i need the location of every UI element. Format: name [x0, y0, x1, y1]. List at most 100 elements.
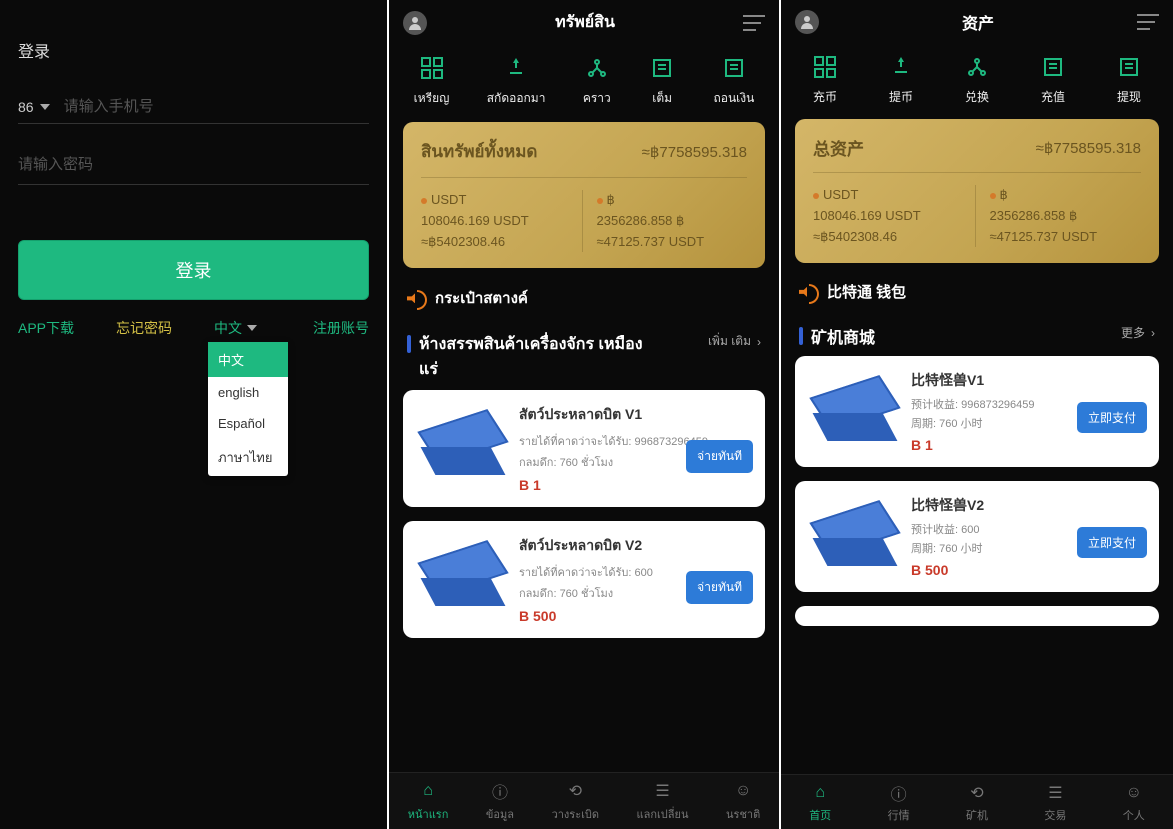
nav-trade[interactable]: ☰交易 [1044, 783, 1066, 823]
action-recharge[interactable]: 充值 [1039, 54, 1067, 105]
nav-home[interactable]: ⌂หน้าแรก [408, 781, 449, 823]
lang-option[interactable]: Español [208, 408, 288, 439]
list-icon [648, 55, 676, 81]
password-input[interactable] [18, 156, 217, 173]
share-icon: ⟲ [564, 781, 586, 801]
forgot-password-link[interactable]: 忘记密码 [116, 318, 172, 338]
language-current: 中文 [214, 318, 242, 338]
asset-col-usdt: USDT 108046.169 USDT ≈฿5402308.46 [421, 190, 583, 252]
action-row: 充币 提币 兑换 充值 提现 [781, 44, 1173, 119]
info-icon: ⓘ [888, 783, 910, 803]
nav-exchange[interactable]: ☰แลกเปลี่ยน [637, 781, 689, 823]
action-exchange[interactable]: 兑换 [963, 54, 991, 105]
page-title: 资产 [962, 10, 994, 34]
product-image [809, 370, 899, 450]
topbar: 资产 [781, 0, 1173, 44]
pay-button[interactable]: 立即支付 [1077, 402, 1147, 433]
qr-icon [418, 55, 446, 81]
announcement: กระเป๋าสตางค์ [389, 268, 779, 318]
pay-button[interactable]: จ่ายทันที [686, 440, 753, 473]
login-title: 登录 [18, 38, 369, 62]
list-icon: ☰ [652, 781, 674, 801]
list-icon: ☰ [1044, 783, 1066, 803]
asset-card: 总资产 ≈฿7758595.318 USDT 108046.169 USDT ≈… [795, 119, 1159, 263]
action-time[interactable]: คราว [583, 55, 611, 108]
country-code[interactable]: 86 [18, 99, 34, 115]
action-extract[interactable]: สกัดออกมา [487, 55, 546, 108]
nav-profile[interactable]: ☺个人 [1123, 783, 1145, 823]
more-link[interactable]: เพิ่ม เติม› [708, 332, 761, 351]
register-link[interactable]: 注册账号 [313, 318, 369, 338]
page-title: ทรัพย์สิน [555, 10, 615, 35]
action-withdraw-coin[interactable]: 提币 [887, 54, 915, 105]
phone-row: 86 [18, 90, 369, 124]
action-cashout[interactable]: 提现 [1115, 54, 1143, 105]
home-icon: ⌂ [809, 783, 831, 803]
bottom-nav: ⌂首页 ⓘ行情 ⟲矿机 ☰交易 ☺个人 [781, 774, 1173, 829]
nav-home[interactable]: ⌂首页 [809, 783, 831, 823]
user-icon[interactable] [403, 11, 427, 35]
nav-market[interactable]: ⓘ行情 [888, 783, 910, 823]
asset-card: สินทรัพย์ทั้งหมด ≈฿7758595.318 USDT 1080… [403, 122, 765, 268]
speaker-icon [799, 284, 817, 300]
product-card[interactable]: 比特怪兽V2 预计收益: 600 周期: 760 小时 B 500 立即支付 [795, 481, 1159, 592]
product-image [417, 535, 507, 615]
phone-input[interactable] [64, 98, 369, 115]
pay-button[interactable]: 立即支付 [1077, 527, 1147, 558]
section-header: 矿机商城 更多› [781, 310, 1173, 356]
list-icon [1115, 54, 1143, 80]
hand-icon [502, 55, 530, 81]
nav-profile[interactable]: ☺นรชาติ [726, 781, 760, 823]
nodes-icon [583, 55, 611, 81]
language-dropdown: 中文 english Español ภาษาไทย [208, 342, 288, 476]
assets-panel-th: ทรัพย์สิน เหรียญ สกัดออกมา คราว เต็ม ถอน… [389, 0, 781, 829]
menu-icon[interactable] [1137, 14, 1159, 30]
lang-option[interactable]: ภาษาไทย [208, 439, 288, 476]
info-icon: ⓘ [489, 781, 511, 801]
nodes-icon [963, 54, 991, 80]
asset-col-baht: ฿ 2356286.858 ฿ ≈47125.737 USDT [583, 190, 748, 252]
home-icon: ⌂ [417, 781, 439, 801]
bottom-nav: ⌂หน้าแรก ⓘข้อมูล ⟲วางระเบิด ☰แลกเปลี่ยน … [389, 772, 779, 829]
action-coins[interactable]: เหรียญ [414, 55, 450, 108]
action-row: เหรียญ สกัดออกมา คราว เต็ม ถอนเงิน [389, 45, 779, 122]
product-card[interactable]: สัตว์ประหลาดบิต V2 รายได้ที่คาดว่าจะได้ร… [403, 521, 765, 638]
menu-icon[interactable] [743, 15, 765, 31]
user-icon[interactable] [795, 10, 819, 34]
chevron-down-icon[interactable] [40, 104, 50, 110]
lang-option[interactable]: english [208, 377, 288, 408]
asset-title: สินทรัพย์ทั้งหมด [421, 138, 537, 165]
nav-info[interactable]: ⓘข้อมูล [486, 781, 514, 823]
app-download-link[interactable]: APP下载 [18, 318, 74, 338]
asset-title: 总资产 [813, 135, 864, 160]
topbar: ทรัพย์สิน [389, 0, 779, 45]
chevron-down-icon [247, 325, 257, 331]
asset-total: ≈฿7758595.318 [642, 143, 747, 161]
asset-total: ≈฿7758595.318 [1036, 139, 1141, 157]
lang-option[interactable]: 中文 [208, 342, 288, 377]
action-fill[interactable]: เต็ม [648, 55, 676, 108]
action-deposit-coin[interactable]: 充币 [811, 54, 839, 105]
more-link[interactable]: 更多› [1121, 324, 1155, 341]
product-card[interactable]: สัตว์ประหลาดบิต V1 รายได้ที่คาดว่าจะได้ร… [403, 390, 765, 507]
nav-mine[interactable]: ⟲วางระเบิด [552, 781, 599, 823]
accent-bar [407, 335, 411, 353]
language-selector[interactable]: 中文 中文 english Español ภาษาไทย [214, 318, 271, 338]
asset-col-usdt: USDT 108046.169 USDT ≈฿5402308.46 [813, 185, 976, 247]
assets-panel-cn: 资产 充币 提币 兑换 充值 提现 总资产 ≈฿7758595.318 USDT… [781, 0, 1173, 829]
product-card[interactable] [795, 606, 1159, 626]
person-icon: ☺ [1123, 783, 1145, 803]
list-icon [1039, 54, 1067, 80]
share-icon: ⟲ [966, 783, 988, 803]
product-image [417, 404, 507, 484]
section-header: ห้างสรรพสินค้าเครื่องจักร เหมืองแร่ เพิ่… [389, 318, 779, 390]
action-withdraw[interactable]: ถอนเงิน [713, 55, 754, 108]
login-panel: 登录 86 登录 APP下载 忘记密码 中文 中文 english Españo… [0, 0, 389, 829]
speaker-icon [407, 290, 425, 306]
accent-bar [799, 327, 803, 345]
pay-button[interactable]: จ่ายทันที [686, 571, 753, 604]
product-card[interactable]: 比特怪兽V1 预计收益: 996873296459 周期: 760 小时 B 1… [795, 356, 1159, 467]
announcement: 比特通 钱包 [781, 263, 1173, 310]
login-button[interactable]: 登录 [18, 240, 369, 300]
nav-miner[interactable]: ⟲矿机 [966, 783, 988, 823]
